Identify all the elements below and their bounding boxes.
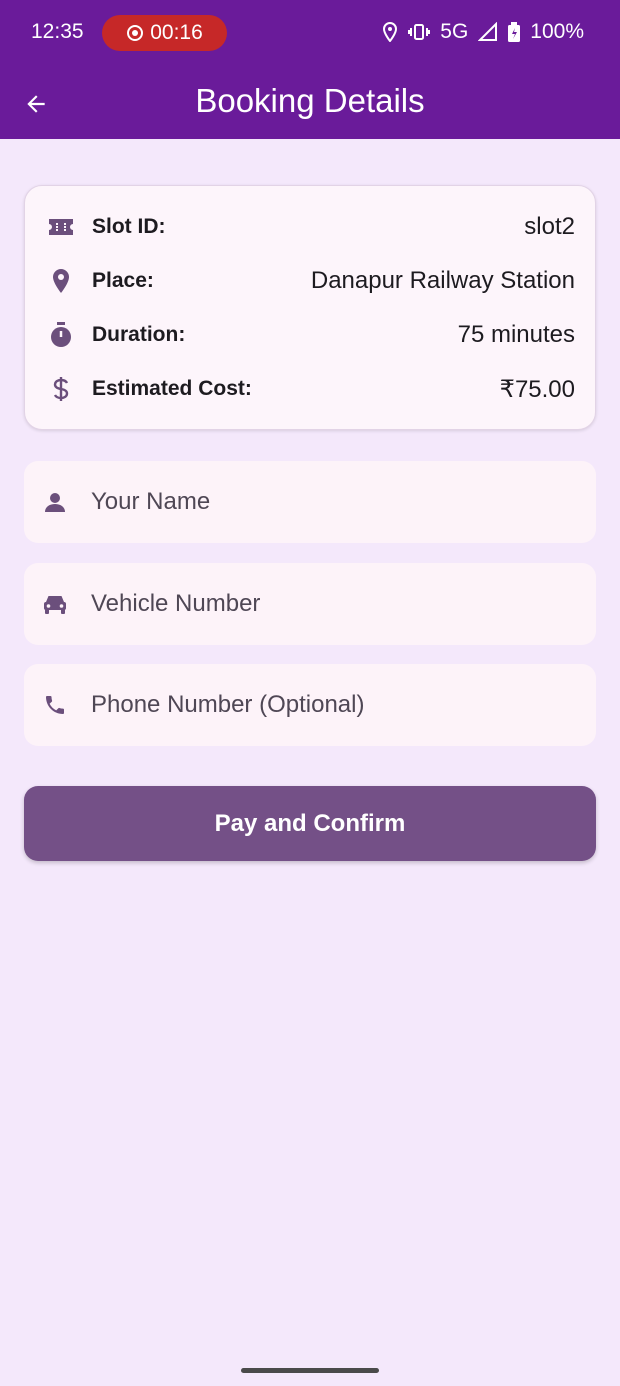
screen-recording-indicator[interactable]: 00:16 xyxy=(102,15,227,51)
slot-id-value: slot2 xyxy=(524,213,575,240)
vehicle-number-input[interactable] xyxy=(91,590,551,618)
duration-value: 75 minutes xyxy=(457,321,575,348)
status-bar: 12:35 00:16 5G 100% xyxy=(0,0,620,66)
vibrate-icon xyxy=(408,24,431,40)
signal-icon xyxy=(478,22,498,41)
estimated-cost-value: ₹75.00 xyxy=(499,375,575,403)
duration-row: Duration: 75 minutes xyxy=(25,315,597,355)
vehicle-field[interactable] xyxy=(24,563,596,645)
location-pin-icon xyxy=(53,269,69,293)
place-label: Place: xyxy=(92,269,154,292)
home-indicator[interactable] xyxy=(241,1368,379,1373)
place-value: Danapur Railway Station xyxy=(310,267,575,294)
phone-field[interactable] xyxy=(24,664,596,746)
app-bar: 12:35 00:16 5G 100% Booking Details xyxy=(0,0,620,139)
name-input[interactable] xyxy=(91,488,551,516)
title-row: Booking Details xyxy=(0,70,620,136)
location-icon xyxy=(383,22,398,42)
estimated-cost-row: Estimated Cost: ₹75.00 xyxy=(25,369,597,409)
network-type: 5G xyxy=(440,20,469,43)
battery-icon xyxy=(508,22,521,42)
ticket-icon xyxy=(49,219,73,235)
pay-and-confirm-button[interactable]: Pay and Confirm xyxy=(24,786,596,861)
battery-level: 100% xyxy=(530,20,584,43)
place-row: Place: Danapur Railway Station xyxy=(25,261,597,301)
car-icon xyxy=(44,596,66,614)
slot-id-label: Slot ID: xyxy=(92,215,166,238)
phone-number-input[interactable] xyxy=(91,691,551,719)
status-icons: 5G 100% xyxy=(382,20,584,44)
slot-id-row: Slot ID: slot2 xyxy=(25,207,597,247)
estimated-cost-label: Estimated Cost: xyxy=(92,377,252,400)
dollar-icon xyxy=(53,377,69,401)
status-time: 12:35 xyxy=(31,20,84,43)
timer-icon xyxy=(51,322,71,347)
phone-icon xyxy=(46,696,64,714)
record-icon xyxy=(127,25,144,41)
page-title: Booking Details xyxy=(195,82,425,119)
duration-label: Duration: xyxy=(92,323,186,346)
person-icon xyxy=(45,493,65,512)
booking-summary-card: Slot ID: slot2 Place: Danapur Railway St… xyxy=(24,185,596,430)
name-field[interactable] xyxy=(24,461,596,543)
recording-timer: 00:16 xyxy=(150,21,203,44)
